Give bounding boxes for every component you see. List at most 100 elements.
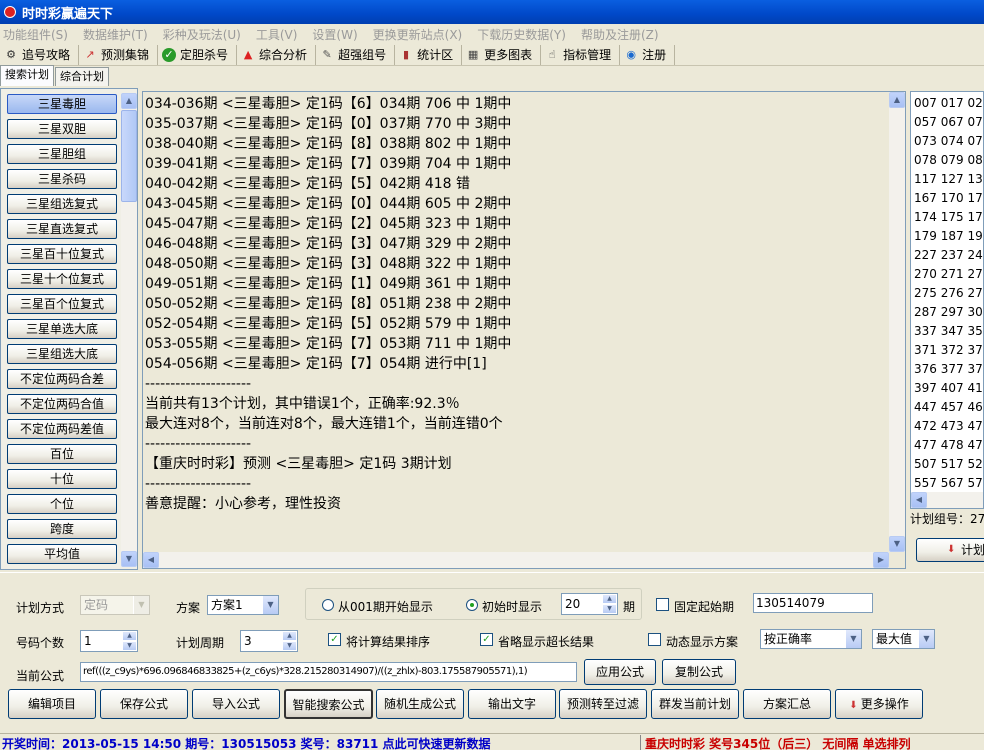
- result-line: ---------------------: [145, 476, 252, 492]
- number-row: 007 017 027: [914, 96, 984, 110]
- toolbar-stats-button[interactable]: ▮ 统计区: [395, 44, 463, 65]
- number-list-scrollbar[interactable]: ◀: [911, 492, 983, 508]
- sort-results-checkbox[interactable]: ✓: [328, 633, 341, 646]
- toolbar-kill-button[interactable]: ✓ 定胆杀号: [158, 44, 238, 65]
- toolbar-chase-button[interactable]: ⚙ 追号攻略: [0, 44, 80, 65]
- plan-method-select[interactable]: 定码 ▼: [80, 595, 150, 615]
- tab-search-plan[interactable]: 搜索计划: [0, 65, 54, 86]
- result-line: 052-054期 <三星毒胆> 定1码【5】052期 579 中 1期中: [145, 316, 512, 332]
- initial-count-stepper[interactable]: 20 ▲ ▼: [561, 593, 618, 615]
- scheme-select[interactable]: 方案1 ▼: [207, 595, 279, 615]
- scroll-left-icon[interactable]: ◀: [143, 552, 159, 568]
- scroll-down-icon[interactable]: ▼: [121, 551, 137, 567]
- plan-button[interactable]: ⬇ 计划: [916, 538, 984, 562]
- stepper-down-icon[interactable]: ▼: [122, 641, 137, 651]
- status-draw-info[interactable]: 开奖时间：2013-05-15 14:50 期号：130515053 奖号：83…: [2, 735, 491, 750]
- menu-item-help[interactable]: 帮助及注册(Z): [581, 26, 659, 43]
- plan-type-item[interactable]: 十位: [7, 469, 117, 489]
- dynamic-scheme-checkbox[interactable]: [648, 633, 661, 646]
- plan-type-item[interactable]: 不定位两码差值: [7, 419, 117, 439]
- chevron-down-icon: ▼: [918, 630, 934, 648]
- menu-item-update-site[interactable]: 更换更新站点(X): [373, 26, 463, 43]
- export-text-button[interactable]: 输出文字: [468, 689, 556, 719]
- plan-type-item[interactable]: 三星直选复式: [7, 219, 117, 239]
- radio-from-001[interactable]: [322, 599, 334, 611]
- menu-item-download[interactable]: 下载历史数据(Y): [477, 26, 566, 43]
- omit-long-checkbox[interactable]: ✓: [480, 633, 493, 646]
- stepper-down-icon[interactable]: ▼: [282, 641, 297, 651]
- copy-formula-button[interactable]: 复制公式: [662, 659, 736, 685]
- broadcast-plan-button[interactable]: 群发当前计划: [651, 689, 739, 719]
- plan-type-item[interactable]: 不定位两码合差: [7, 369, 117, 389]
- edit-project-button[interactable]: 编辑项目: [8, 689, 96, 719]
- apply-formula-button[interactable]: 应用公式: [584, 659, 656, 685]
- stepper-up-icon[interactable]: ▲: [122, 631, 137, 641]
- title-bar[interactable]: 时时彩赢遍天下: [0, 0, 984, 24]
- plan-type-item[interactable]: 个位: [7, 494, 117, 514]
- forecast-filter-button[interactable]: 预测转至过滤: [559, 689, 647, 719]
- scheme-summary-button[interactable]: 方案汇总: [743, 689, 831, 719]
- stepper-up-icon[interactable]: ▲: [282, 631, 297, 641]
- toolbar: ⚙ 追号攻略 ↗ 预测集锦 ✓ 定胆杀号 ▲ 综合分析 ✎ 超强组号 ▮ 统计区 ▦ 更多图表…: [0, 44, 984, 66]
- stepper-down-icon[interactable]: ▼: [602, 604, 617, 614]
- result-line: 当前共有13个计划，其中错误1个，正确率:92.3％: [145, 396, 460, 412]
- status-bar: 开奖时间：2013-05-15 14:50 期号：130515053 奖号：83…: [0, 733, 984, 750]
- plan-type-item[interactable]: 不定位两码合值: [7, 394, 117, 414]
- toolbar-group-button[interactable]: ✎ 超强组号: [316, 44, 396, 65]
- stepper-up-icon[interactable]: ▲: [602, 594, 617, 604]
- scroll-thumb[interactable]: [121, 110, 137, 202]
- toolbar-indicator-button[interactable]: ☝ 指标管理: [541, 44, 621, 65]
- menu-item-data[interactable]: 数据维护(T): [83, 26, 148, 43]
- plan-type-item[interactable]: 三星十个位复式: [7, 269, 117, 289]
- plan-type-item[interactable]: 三星单选大底: [7, 319, 117, 339]
- menu-item-components[interactable]: 功能组件(S): [3, 26, 68, 43]
- scroll-right-icon[interactable]: ▶: [873, 552, 889, 568]
- radio-initial-display[interactable]: [466, 599, 478, 611]
- toolbar-analysis-button[interactable]: ▲ 综合分析: [237, 44, 317, 65]
- toolbar-charts-button[interactable]: ▦ 更多图表: [462, 44, 542, 65]
- result-horizontal-scrollbar[interactable]: ◀ ▶: [143, 552, 889, 568]
- result-line: 053-055期 <三星毒胆> 定1码【7】053期 711 中 1期中: [145, 336, 512, 352]
- globe-icon: ◉: [626, 47, 636, 61]
- plan-type-scrollbar[interactable]: ▲ ▼: [121, 93, 137, 567]
- menu-item-lottery[interactable]: 彩种及玩法(U): [163, 26, 241, 43]
- more-actions-button[interactable]: ⬇ 更多操作: [835, 689, 923, 719]
- fixed-start-input[interactable]: 130514079: [753, 593, 873, 613]
- scroll-up-icon[interactable]: ▲: [889, 92, 905, 108]
- max-value-select[interactable]: 最大值 ▼: [872, 629, 935, 649]
- plan-type-item[interactable]: 平均值: [7, 544, 117, 564]
- scroll-left-icon[interactable]: ◀: [911, 492, 927, 508]
- plan-type-item[interactable]: 三星百十位复式: [7, 244, 117, 264]
- sort-by-select[interactable]: 按正确率 ▼: [760, 629, 862, 649]
- plan-type-item[interactable]: 百位: [7, 444, 117, 464]
- plan-type-item[interactable]: 三星组选大底: [7, 344, 117, 364]
- table-icon: ▦: [467, 47, 479, 61]
- settings-panel: 计划方式 定码 ▼ 方案 方案1 ▼ 从001期开始显示 初始时显示 20 ▲ ▼ 期 …: [0, 572, 984, 732]
- plan-type-item[interactable]: 三星百个位复式: [7, 294, 117, 314]
- formula-input[interactable]: ref(((z_c9ys)*696.096846833825+(z_c6ys)*…: [80, 662, 577, 682]
- save-formula-button[interactable]: 保存公式: [100, 689, 188, 719]
- toolbar-register-button[interactable]: ◉ 注册: [620, 44, 676, 65]
- random-formula-button[interactable]: 随机生成公式: [376, 689, 464, 719]
- plan-type-item[interactable]: 三星杀码: [7, 169, 117, 189]
- menu-item-tools[interactable]: 工具(V): [256, 26, 298, 43]
- plan-type-item[interactable]: 三星双胆: [7, 119, 117, 139]
- code-count-stepper[interactable]: 1 ▲ ▼: [80, 630, 138, 652]
- plan-cycle-stepper[interactable]: 3 ▲ ▼: [240, 630, 298, 652]
- scroll-up-icon[interactable]: ▲: [121, 93, 137, 109]
- number-row: 557 567 570: [914, 476, 984, 490]
- plan-type-item[interactable]: 跨度: [7, 519, 117, 539]
- tab-combined-plan[interactable]: 综合计划: [55, 67, 109, 86]
- smart-search-button[interactable]: 智能搜索公式: [284, 689, 373, 719]
- toolbar-forecast-button[interactable]: ↗ 预测集锦: [79, 44, 159, 65]
- scroll-down-icon[interactable]: ▼: [889, 536, 905, 552]
- import-formula-button[interactable]: 导入公式: [192, 689, 280, 719]
- plan-type-item[interactable]: 三星毒胆: [7, 94, 117, 114]
- result-vertical-scrollbar[interactable]: ▲ ▼: [889, 92, 905, 552]
- result-text-area[interactable]: 034-036期 <三星毒胆> 定1码【6】034期 706 中 1期中 035-…: [142, 91, 906, 569]
- fixed-start-checkbox[interactable]: [656, 598, 669, 611]
- plan-number-list[interactable]: 007 017 027 057 067 070 073 074 075 078 079…: [910, 91, 984, 509]
- plan-type-item[interactable]: 三星组选复式: [7, 194, 117, 214]
- plan-type-item[interactable]: 三星胆组: [7, 144, 117, 164]
- menu-item-settings[interactable]: 设置(W): [312, 26, 357, 43]
